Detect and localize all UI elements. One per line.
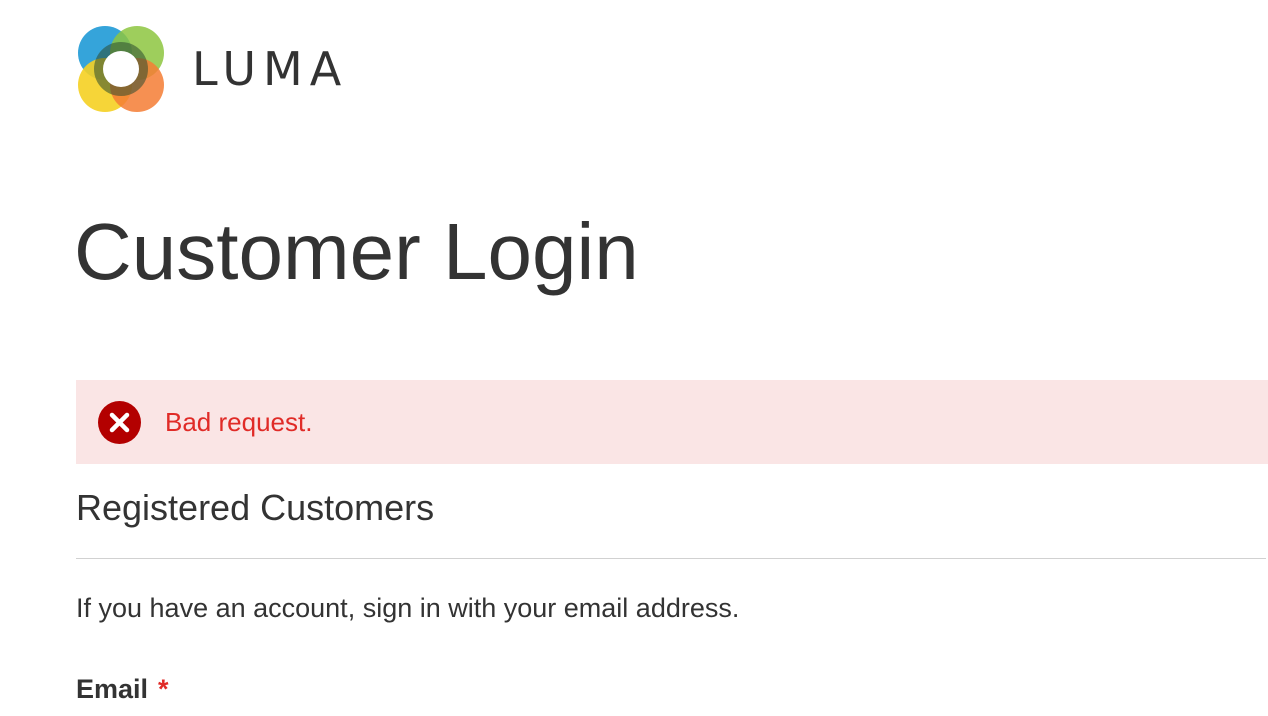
luma-logo-icon bbox=[78, 26, 164, 112]
registered-customers-heading: Registered Customers bbox=[76, 487, 435, 528]
required-asterisk: * bbox=[158, 674, 169, 704]
logo-link[interactable]: LUMA bbox=[76, 24, 348, 114]
error-message: Bad request. bbox=[76, 380, 1268, 464]
email-label-text: Email bbox=[76, 674, 149, 704]
email-label: Email * bbox=[76, 672, 169, 707]
page-title: Customer Login bbox=[74, 207, 639, 296]
error-circle-x-icon bbox=[98, 400, 141, 444]
login-intro-text: If you have an account, sign in with you… bbox=[76, 593, 740, 623]
section-divider bbox=[76, 558, 1266, 559]
logo-text: LUMA bbox=[192, 42, 349, 96]
error-message-text: Bad request. bbox=[165, 406, 313, 437]
